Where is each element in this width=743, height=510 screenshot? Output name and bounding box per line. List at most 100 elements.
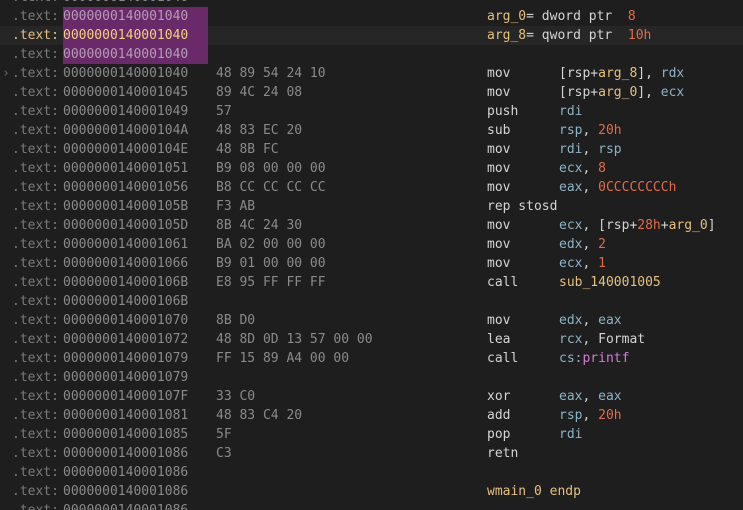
operand-token[interactable]: ecx: [559, 218, 582, 233]
function-end-label[interactable]: wmain_0 endp: [487, 482, 581, 501]
mnemonic[interactable]: rep stosd: [487, 197, 557, 216]
operand-token[interactable]: ecx: [559, 256, 582, 271]
listing-row[interactable]: .text: 0000000140001081 48 83 C4 20 add rsp,…: [0, 406, 743, 425]
address[interactable]: 0000000140001051: [63, 159, 208, 178]
address[interactable]: 0000000140001056: [63, 178, 208, 197]
operand-token[interactable]: eax: [598, 389, 621, 404]
listing-row[interactable]: .text: 0000000140001040 arg_0= dword ptr 8: [0, 7, 743, 26]
mnemonic[interactable]: mov: [487, 235, 510, 254]
listing-row[interactable]: .text: 0000000140001086 C3 retn: [0, 444, 743, 463]
address[interactable]: 0000000140001045: [63, 83, 208, 102]
listing-row[interactable]: .text: 0000000140001066 B9 01 00 00 00 mov e…: [0, 254, 743, 273]
listing-row[interactable]: .text: 0000000140001070 8B D0 mov edx, eax: [0, 311, 743, 330]
operand-token[interactable]: sub_140001005: [559, 275, 661, 290]
stack-var-name[interactable]: arg_0: [487, 9, 526, 24]
address[interactable]: 0000000140001066: [63, 254, 208, 273]
address[interactable]: 0000000140001086: [63, 463, 208, 482]
stack-var-decl[interactable]: arg_8= qword ptr 10h: [487, 26, 651, 45]
operands[interactable]: eax, 0CCCCCCCCh: [559, 178, 676, 197]
address[interactable]: 000000014000107F: [63, 387, 208, 406]
mnemonic[interactable]: retn: [487, 444, 518, 463]
listing-row[interactable]: .text: 000000014000104A 48 83 EC 20 sub rsp,…: [0, 121, 743, 140]
address[interactable]: 0000000140001072: [63, 330, 208, 349]
operand-token[interactable]: eax: [598, 313, 621, 328]
listing-row[interactable]: .text: 000000014000107F 33 C0 xor eax, eax: [0, 387, 743, 406]
listing-row[interactable]: .text: 0000000140001056 B8 CC CC CC CC mov e…: [0, 178, 743, 197]
listing-row[interactable]: .text: 0000000140001045 89 4C 24 08 mov [rsp…: [0, 83, 743, 102]
mnemonic[interactable]: mov: [487, 140, 510, 159]
operand-token[interactable]: edx: [559, 313, 582, 328]
mnemonic[interactable]: xor: [487, 387, 510, 406]
mnemonic[interactable]: mov: [487, 216, 510, 235]
address[interactable]: 0000000140001061: [63, 235, 208, 254]
address[interactable]: 000000014000106B: [63, 292, 208, 311]
operand-token[interactable]: rsp: [559, 123, 582, 138]
operand-token[interactable]: ecx: [661, 85, 684, 100]
address[interactable]: 000000014000105D: [63, 216, 208, 235]
operand-token[interactable]: arg_0: [669, 218, 708, 233]
listing-row[interactable]: .text: 000000014000104E 48 8B FC mov rdi, rs…: [0, 140, 743, 159]
address[interactable]: 0000000140001086: [63, 501, 208, 510]
listing-row[interactable]: .text: 0000000140001051 B9 08 00 00 00 mov e…: [0, 159, 743, 178]
operands[interactable]: eax, eax: [559, 387, 622, 406]
mnemonic[interactable]: mov: [487, 254, 510, 273]
operand-token[interactable]: cs:: [559, 351, 582, 366]
listing-row[interactable]: .text: 0000000140001085 5F pop rdi: [0, 425, 743, 444]
listing-row[interactable]: .text: 0000000140001086: [0, 501, 743, 510]
operands[interactable]: sub_140001005: [559, 273, 661, 292]
operands[interactable]: rdi: [559, 425, 582, 444]
mnemonic[interactable]: push: [487, 102, 518, 121]
operand-token[interactable]: rsp: [598, 142, 621, 157]
operands[interactable]: rsp, 20h: [559, 406, 622, 425]
stack-var-name[interactable]: arg_8: [487, 28, 526, 43]
listing-row[interactable]: .text: 0000000140001040: [0, 45, 743, 64]
operand-token[interactable]: eax: [559, 389, 582, 404]
address[interactable]: 000000014000105B: [63, 197, 208, 216]
listing-row[interactable]: .text: 0000000140001040: [0, 0, 743, 7]
address[interactable]: 000000014000106B: [63, 273, 208, 292]
operands[interactable]: cs:printf: [559, 349, 629, 368]
stack-var-decl[interactable]: arg_0= dword ptr 8: [487, 7, 636, 26]
listing-row[interactable]: › .text: 0000000140001040 48 89 54 24 10 mov…: [0, 64, 743, 83]
operand-token[interactable]: printf: [582, 351, 629, 366]
disassembly-listing[interactable]: .text: 0000000140001040 .text: 000000014000…: [0, 0, 743, 510]
mnemonic[interactable]: mov: [487, 64, 510, 83]
mnemonic[interactable]: add: [487, 406, 510, 425]
listing-row[interactable]: .text: 0000000140001049 57 push rdi: [0, 102, 743, 121]
operand-token[interactable]: rdi: [559, 142, 582, 157]
address[interactable]: 0000000140001070: [63, 311, 208, 330]
address[interactable]: 000000014000104A: [63, 121, 208, 140]
address[interactable]: 000000014000104E: [63, 140, 208, 159]
mnemonic[interactable]: sub: [487, 121, 510, 140]
address[interactable]: 0000000140001040: [63, 0, 208, 7]
operand-token[interactable]: rdi: [559, 427, 582, 442]
operand-token[interactable]: rdi: [559, 104, 582, 119]
listing-row[interactable]: .text: 000000014000105B F3 AB rep stosd: [0, 197, 743, 216]
operand-token[interactable]: eax: [559, 180, 582, 195]
mnemonic[interactable]: lea: [487, 330, 510, 349]
mnemonic[interactable]: call: [487, 273, 518, 292]
operand-token[interactable]: 20h: [598, 408, 621, 423]
listing-row[interactable]: .text: 0000000140001040 arg_8= qword ptr 1…: [0, 26, 743, 45]
operand-token[interactable]: rdx: [661, 66, 684, 81]
address[interactable]: 0000000140001086: [63, 482, 208, 501]
operand-token[interactable]: 1: [598, 256, 606, 271]
address[interactable]: 0000000140001040: [63, 64, 208, 83]
listing-row[interactable]: .text: 0000000140001072 48 8D 0D 13 57 00 …: [0, 330, 743, 349]
mnemonic[interactable]: mov: [487, 159, 510, 178]
mnemonic[interactable]: mov: [487, 178, 510, 197]
operand-token[interactable]: 2: [598, 237, 606, 252]
operands[interactable]: rdi: [559, 102, 582, 121]
operand-token[interactable]: edx: [559, 237, 582, 252]
address[interactable]: 0000000140001086: [63, 444, 208, 463]
mnemonic[interactable]: mov: [487, 83, 510, 102]
operands[interactable]: [rsp+arg_8], rdx: [559, 64, 684, 83]
operands[interactable]: [rsp+arg_0], ecx: [559, 83, 684, 102]
listing-row[interactable]: .text: 0000000140001061 BA 02 00 00 00 mov e…: [0, 235, 743, 254]
operands[interactable]: ecx, 8: [559, 159, 606, 178]
listing-row[interactable]: .text: 000000014000105D 8B 4C 24 30 mov ecx,…: [0, 216, 743, 235]
address[interactable]: 0000000140001040: [63, 26, 208, 45]
listing-row[interactable]: .text: 0000000140001079 FF 15 89 A4 00 00 c…: [0, 349, 743, 368]
address[interactable]: 0000000140001081: [63, 406, 208, 425]
address[interactable]: 0000000140001079: [63, 349, 208, 368]
